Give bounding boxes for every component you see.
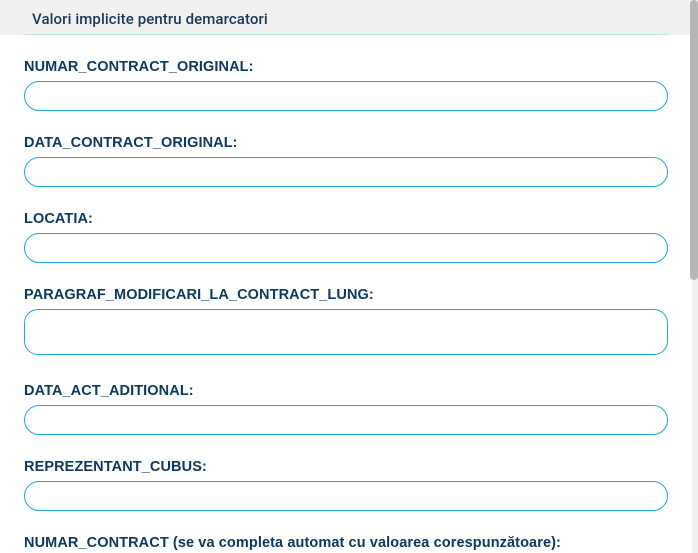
field-data-act-aditional: DATA_ACT_ADITIONAL: — [24, 359, 668, 435]
main-content: Valori implicite pentru demarcatori NUMA… — [0, 0, 698, 553]
field-reprezentant-cubus: REPREZENTANT_CUBUS: — [24, 435, 668, 511]
label-numar-contract: NUMAR_CONTRACT (se va completa automat c… — [24, 535, 668, 551]
form-panel: NUMAR_CONTRACT_ORIGINAL: DATA_CONTRACT_O… — [0, 35, 692, 553]
label-numar-contract-original: NUMAR_CONTRACT_ORIGINAL: — [24, 59, 668, 75]
input-reprezentant-cubus[interactable] — [24, 481, 668, 511]
label-reprezentant-cubus: REPREZENTANT_CUBUS: — [24, 459, 668, 475]
scrollbar-thumb[interactable] — [690, 0, 698, 280]
field-numar-contract: NUMAR_CONTRACT (se va completa automat c… — [24, 511, 668, 553]
label-data-contract-original: DATA_CONTRACT_ORIGINAL: — [24, 135, 668, 151]
input-paragraf-modificari[interactable] — [24, 309, 668, 355]
field-locatia: LOCATIA: — [24, 187, 668, 263]
input-data-act-aditional[interactable] — [24, 405, 668, 435]
input-numar-contract-original[interactable] — [24, 81, 668, 111]
field-data-contract-original: DATA_CONTRACT_ORIGINAL: — [24, 111, 668, 187]
input-data-contract-original[interactable] — [24, 157, 668, 187]
field-paragraf-modificari: PARAGRAF_MODIFICARI_LA_CONTRACT_LUNG: — [24, 263, 668, 359]
input-locatia[interactable] — [24, 233, 668, 263]
label-data-act-aditional: DATA_ACT_ADITIONAL: — [24, 383, 668, 399]
section-title: Valori implicite pentru demarcatori — [0, 0, 692, 34]
page-wrapper: Valori implicite pentru demarcatori NUMA… — [0, 0, 698, 553]
label-locatia: LOCATIA: — [24, 211, 668, 227]
field-numar-contract-original: NUMAR_CONTRACT_ORIGINAL: — [24, 35, 668, 111]
scrollbar-track[interactable] — [690, 0, 698, 553]
label-paragraf-modificari: PARAGRAF_MODIFICARI_LA_CONTRACT_LUNG: — [24, 287, 668, 303]
